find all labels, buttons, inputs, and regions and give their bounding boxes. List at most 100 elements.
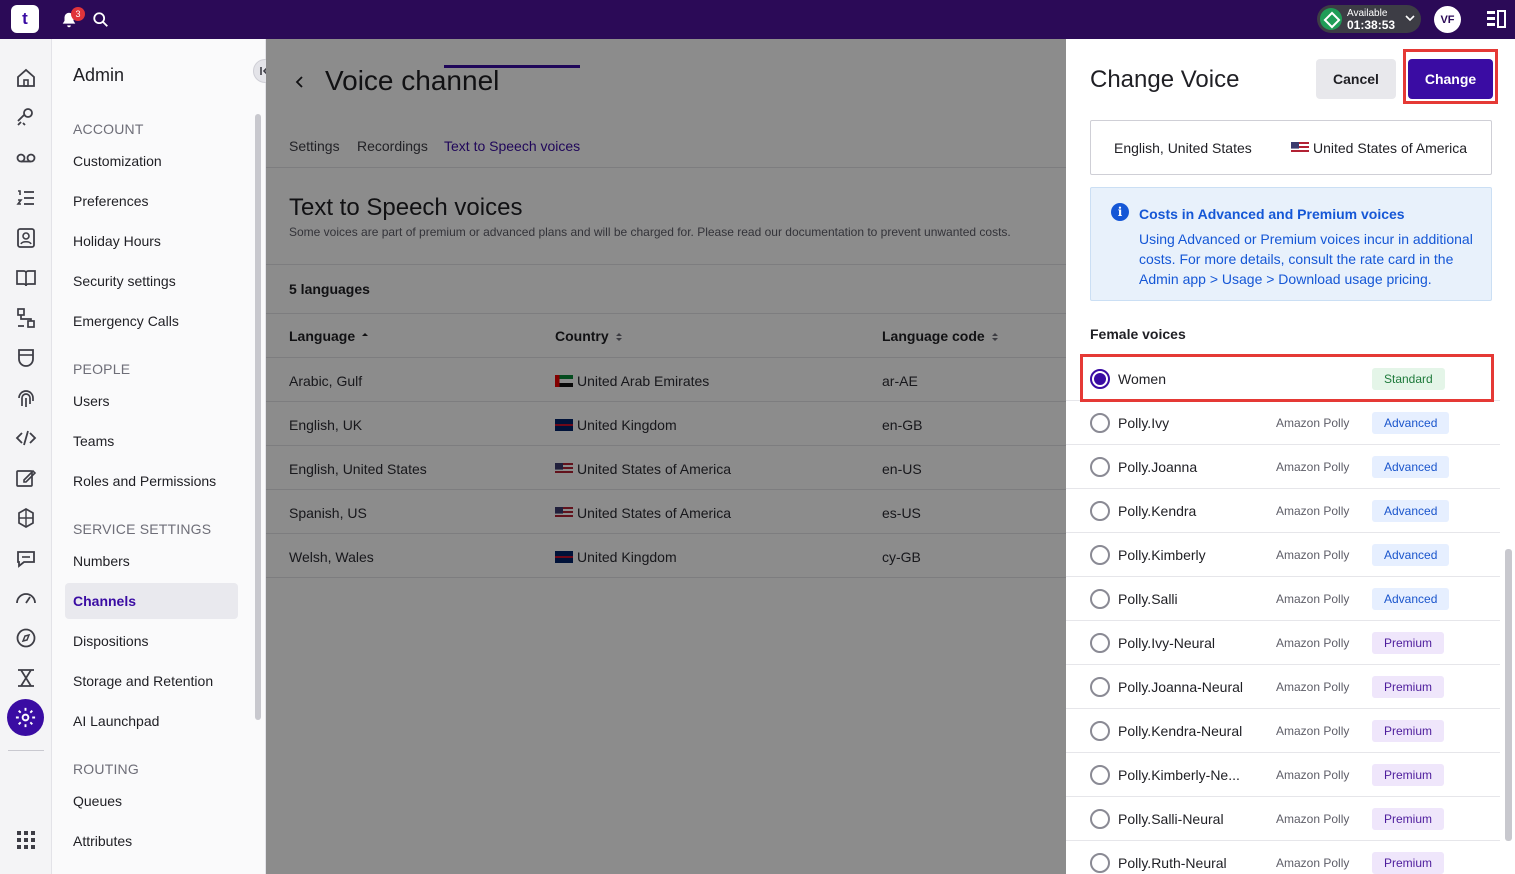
selected-country: United States of America (1291, 140, 1467, 156)
sidebar-item-storage-retention[interactable]: Storage and Retention (65, 663, 238, 699)
info-icon: i (1111, 203, 1129, 221)
radio-button[interactable] (1090, 721, 1110, 741)
sidebar-item-customization[interactable]: Customization (65, 143, 238, 179)
radio-button[interactable] (1090, 677, 1110, 697)
tier-badge-premium: Premium (1372, 764, 1445, 786)
radio-button[interactable] (1090, 501, 1110, 521)
voice-provider: Amazon Polly (1276, 636, 1350, 650)
radio-button[interactable] (1090, 413, 1110, 433)
tier-badge-advanced: Advanced (1372, 544, 1450, 566)
section-heading-routing: ROUTING (73, 761, 139, 777)
info-text: Using Advanced or Premium voices incur i… (1139, 231, 1473, 287)
edit-note-icon[interactable] (14, 466, 38, 490)
home-icon[interactable] (14, 66, 38, 90)
sidebar-item-security-settings[interactable]: Security settings (65, 263, 238, 299)
voice-provider: Amazon Polly (1276, 856, 1350, 870)
change-voice-panel: Change Voice Cancel Change English, Unit… (1066, 39, 1515, 874)
sidebar-item-queues[interactable]: Queues (65, 783, 238, 819)
chat-bubble-icon[interactable] (14, 546, 38, 570)
sidebar-item-dispositions[interactable]: Dispositions (65, 623, 238, 659)
cancel-button[interactable]: Cancel (1316, 59, 1396, 99)
voice-name: Polly.Salli-Neural (1118, 811, 1224, 827)
female-voices-label: Female voices (1090, 326, 1186, 342)
tier-badge-advanced: Advanced (1372, 500, 1450, 522)
voice-option[interactable]: Polly.Joanna Amazon Polly Advanced (1066, 445, 1500, 489)
modal-backdrop[interactable] (266, 39, 1066, 874)
contacts-icon[interactable] (14, 226, 38, 250)
voice-option[interactable]: Polly.Ruth-Neural Amazon Polly Premium (1066, 841, 1500, 874)
voice-option[interactable]: Polly.Joanna-Neural Amazon Polly Premium (1066, 665, 1500, 709)
sidebar-item-teams[interactable]: Teams (65, 423, 238, 459)
chevron-down-icon (1405, 15, 1415, 22)
shield-icon[interactable] (14, 346, 38, 370)
tier-badge-premium: Premium (1372, 632, 1445, 654)
section-heading-account: ACCOUNT (73, 121, 144, 137)
knowledge-book-icon[interactable] (14, 266, 38, 290)
highlight-box-women-voice (1080, 354, 1494, 402)
side-panel-toggle-icon[interactable] (1486, 10, 1506, 28)
sidebar-item-numbers[interactable]: Numbers (65, 543, 238, 579)
voice-name: Polly.Salli (1118, 591, 1178, 607)
voice-list-scrollbar[interactable] (1505, 549, 1512, 841)
top-bar: t 3 Available 01:38:53 VF (0, 0, 1515, 39)
search-icon[interactable] (92, 11, 110, 29)
voicemail-icon[interactable] (14, 146, 38, 170)
sidebar-title: Admin (73, 65, 125, 85)
routing-icon[interactable] (14, 106, 38, 130)
voice-option[interactable]: Polly.Salli-Neural Amazon Polly Premium (1066, 797, 1500, 841)
ai-brain-icon[interactable] (14, 506, 38, 530)
radio-button[interactable] (1090, 765, 1110, 785)
sidebar-item-users[interactable]: Users (65, 383, 238, 419)
section-heading-service-settings: SERVICE SETTINGS (73, 521, 212, 537)
voice-option[interactable]: Polly.Kendra-Neural Amazon Polly Premium (1066, 709, 1500, 753)
cost-info-banner: i Costs in Advanced and Premium voices U… (1090, 187, 1492, 301)
sidebar-item-ai-launchpad[interactable]: AI Launchpad (65, 703, 238, 739)
integrations-icon[interactable] (14, 666, 38, 690)
sidebar-item-emergency-calls[interactable]: Emergency Calls (65, 303, 238, 339)
code-icon[interactable] (14, 426, 38, 450)
radio-button[interactable] (1090, 633, 1110, 653)
app-grid-icon[interactable] (14, 828, 38, 852)
rail-divider (8, 750, 44, 751)
dashboard-gauge-icon[interactable] (14, 586, 38, 610)
voice-option[interactable]: Polly.Ivy-Neural Amazon Polly Premium (1066, 621, 1500, 665)
radio-button[interactable] (1090, 589, 1110, 609)
ordered-list-icon[interactable] (14, 186, 38, 210)
voice-provider: Amazon Polly (1276, 812, 1350, 826)
voice-provider: Amazon Polly (1276, 504, 1350, 518)
voice-name: Polly.Joanna-Neural (1118, 679, 1244, 695)
app-logo[interactable]: t (11, 5, 39, 33)
sidebar-item-holiday-hours[interactable]: Holiday Hours (65, 223, 238, 259)
sidebar-item-channels[interactable]: Channels (65, 583, 238, 619)
voice-provider: Amazon Polly (1276, 680, 1350, 694)
user-avatar[interactable]: VF (1434, 6, 1461, 33)
voice-option[interactable]: Polly.Salli Amazon Polly Advanced (1066, 577, 1500, 621)
compass-icon[interactable] (14, 626, 38, 650)
voice-provider: Amazon Polly (1276, 592, 1350, 606)
radio-button[interactable] (1090, 809, 1110, 829)
sidebar-item-roles-permissions[interactable]: Roles and Permissions (65, 463, 238, 499)
sidebar-scrollbar[interactable] (255, 114, 261, 720)
tier-badge-advanced: Advanced (1372, 588, 1450, 610)
voice-option[interactable]: Polly.Kimberly-Ne... Amazon Polly Premiu… (1066, 753, 1500, 797)
voice-name: Polly.Ivy (1118, 415, 1170, 431)
voice-option[interactable]: Polly.Kimberly Amazon Polly Advanced (1066, 533, 1500, 577)
radio-button[interactable] (1090, 853, 1110, 873)
voice-option[interactable]: Polly.Kendra Amazon Polly Advanced (1066, 489, 1500, 533)
notification-count-badge: 3 (71, 7, 85, 21)
app-navigation-rail (0, 39, 52, 874)
fingerprint-icon[interactable] (14, 386, 38, 410)
settings-nav-active[interactable] (7, 699, 44, 736)
voice-provider: Amazon Polly (1276, 724, 1350, 738)
workflow-icon[interactable] (14, 306, 38, 330)
section-heading-people: PEOPLE (73, 361, 131, 377)
voice-name: Polly.Kimberly (1118, 547, 1206, 563)
selected-language-box: English, United States United States of … (1090, 120, 1492, 175)
panel-title: Change Voice (1090, 66, 1240, 93)
sidebar-item-preferences[interactable]: Preferences (65, 183, 238, 219)
voice-option[interactable]: Polly.Ivy Amazon Polly Advanced (1066, 401, 1500, 445)
radio-button[interactable] (1090, 545, 1110, 565)
radio-button[interactable] (1090, 457, 1110, 477)
availability-status-button[interactable]: Available 01:38:53 (1317, 5, 1421, 33)
sidebar-item-attributes[interactable]: Attributes (65, 823, 238, 859)
